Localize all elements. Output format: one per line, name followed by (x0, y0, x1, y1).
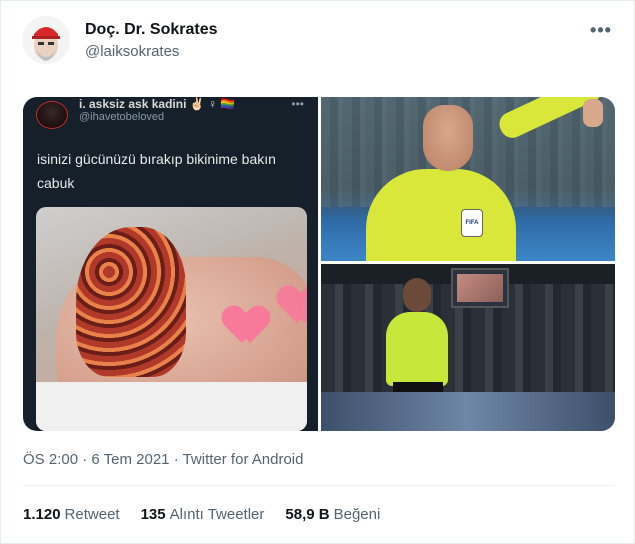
heart-sticker-icon (281, 287, 307, 327)
meta-separator: · (82, 451, 88, 468)
quotes-count: 135 (140, 506, 166, 523)
retweets-count: 1.120 (23, 506, 61, 523)
referee-hand (583, 99, 603, 127)
media-referee-image[interactable]: FIFA (321, 97, 615, 261)
embedded-more-icon: ••• (291, 97, 304, 111)
author-name[interactable]: Doç. Dr. Sokrates (85, 21, 218, 39)
heart-sticker-icon (226, 307, 266, 347)
tweet-stats: 1.120 Retweet 135 Alıntı Tweetler 58,9 B Be… (23, 506, 380, 523)
embedded-photo (36, 207, 307, 431)
referee-head (423, 105, 473, 171)
likes-label: Beğeni (333, 506, 381, 523)
author-handle[interactable]: @laiksokrates (85, 43, 179, 60)
media-grid[interactable]: i. asksiz ask kadini ✌🏻 ♀ 🏳️‍🌈 @ihavetob… (23, 97, 615, 431)
embedded-avatar (36, 101, 68, 129)
embedded-author-name: i. asksiz ask kadini ✌🏻 ♀ 🏳️‍🌈 (79, 97, 236, 111)
fifa-badge: FIFA (461, 209, 483, 237)
referee-head (403, 278, 431, 312)
tweet-time[interactable]: ÖS 2:00 (23, 451, 78, 468)
referee-shirt (386, 312, 448, 386)
var-monitor (451, 268, 509, 308)
more-options-button[interactable]: ••• (590, 19, 612, 41)
photo-bikini (76, 227, 186, 377)
avatar-icon (22, 16, 70, 64)
tweet-metadata: ÖS 2:00 · 6 Tem 2021 · Twitter for Andro… (23, 451, 303, 468)
quotes-label: Alıntı Tweetler (169, 506, 265, 523)
embedded-author-handle: @ihavetobeloved (79, 111, 165, 123)
tweet-card: Doç. Dr. Sokrates @laiksokrates ••• i. a… (0, 0, 635, 544)
meta-separator: · (173, 451, 179, 468)
quote-tweets-stat[interactable]: 135 Alıntı Tweetler (141, 506, 265, 523)
media-var-image[interactable] (321, 264, 615, 431)
likes-count: 58,9 B (285, 506, 330, 523)
divider (23, 485, 615, 486)
more-horizontal-icon: ••• (590, 20, 612, 40)
tweet-date[interactable]: 6 Tem 2021 (91, 451, 169, 468)
retweets-stat[interactable]: 1.120 Retweet (23, 506, 120, 523)
likes-stat[interactable]: 58,9 B Beğeni (285, 506, 380, 523)
embedded-tweet-text: isinizi gücünüzü bırakıp bikinime bakın … (37, 151, 276, 191)
stadium-banner (321, 392, 615, 431)
retweets-label: Retweet (64, 506, 120, 523)
referee-shirt (366, 169, 516, 261)
photo-towel (36, 382, 307, 431)
author-avatar[interactable] (22, 16, 70, 64)
media-embedded-tweet-image[interactable]: i. asksiz ask kadini ✌🏻 ♀ 🏳️‍🌈 @ihavetob… (23, 97, 318, 431)
var-monitor-screen (457, 274, 503, 302)
tweet-source[interactable]: Twitter for Android (183, 451, 304, 468)
